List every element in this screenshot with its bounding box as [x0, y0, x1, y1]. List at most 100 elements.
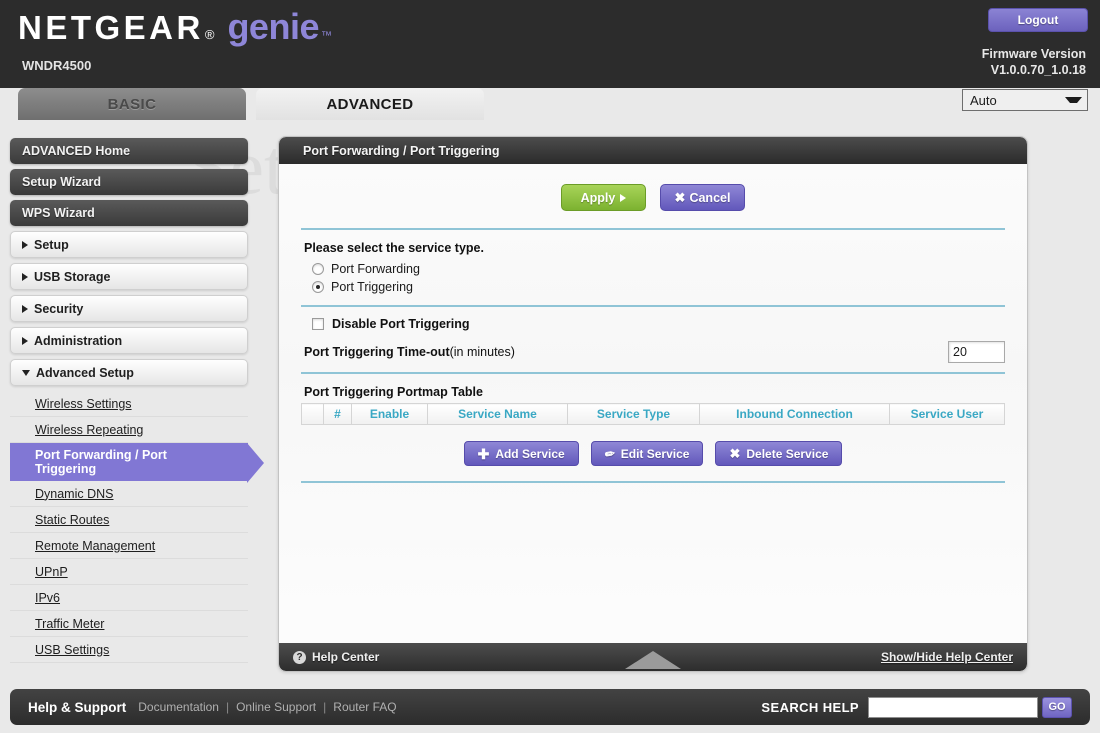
online-support-link[interactable]: Online Support [236, 700, 316, 714]
disable-port-triggering-checkbox-row[interactable]: Disable Port Triggering [301, 307, 1005, 335]
edit-service-label: Edit Service [620, 446, 690, 461]
timeout-label-bold: Port Triggering Time-out [304, 345, 450, 359]
timeout-label: Port Triggering Time-out(in minutes) [304, 345, 515, 359]
radio-port-forwarding[interactable]: Port Forwarding [301, 260, 1005, 278]
divider-bottom [301, 481, 1005, 483]
pencil-icon: ✏ [603, 445, 616, 462]
sidebar-item-advanced-setup[interactable]: Advanced Setup [10, 359, 248, 386]
add-service-button[interactable]: ✚ Add Service [463, 441, 579, 466]
chevron-right-icon [22, 304, 28, 313]
search-go-button[interactable]: GO [1042, 696, 1072, 718]
chevron-down-icon [22, 369, 30, 376]
radio-port-forwarding-input[interactable] [312, 263, 324, 275]
brand-genie-text: genie [227, 6, 319, 47]
sidebar-item-port-forwarding-label: Port Forwarding / Port Triggering [35, 448, 167, 476]
sidebar-submenu: Wireless Settings Wireless Repeating Por… [10, 391, 264, 663]
sidebar-item-setup-label: Setup [34, 237, 69, 252]
service-buttons-row: ✚ Add Service ✏ Edit Service ✖ Delete Se… [301, 425, 1005, 481]
search-help-input[interactable] [868, 696, 1038, 718]
help-support-title: Help & Support [28, 699, 127, 715]
th-service-user: Service User [889, 403, 1005, 425]
question-circle-icon: ? [293, 650, 306, 664]
brand-trademark-mark: ™ [320, 30, 332, 42]
router-faq-link[interactable]: Router FAQ [333, 700, 396, 714]
th-number: # [323, 403, 352, 425]
help-support-bar: Help & Support Documentation | Online Su… [10, 689, 1090, 725]
timeout-label-normal: (in minutes) [449, 345, 515, 359]
brand-logo: NETGEAR ® genie ™ [18, 6, 332, 48]
th-service-type: Service Type [567, 403, 700, 425]
separator: | [323, 700, 327, 714]
play-arrow-icon [620, 193, 627, 202]
radio-port-triggering-label: Port Triggering [331, 280, 413, 294]
radio-port-triggering[interactable]: Port Triggering [301, 278, 1005, 296]
sidebar-item-dynamic-dns[interactable]: Dynamic DNS [10, 481, 248, 507]
help-center-button[interactable]: ? Help Center [293, 650, 379, 664]
language-select[interactable]: Auto [962, 89, 1088, 111]
sidebar-item-static-routes[interactable]: Static Routes [10, 507, 248, 533]
panel-inner: Apply ✖ Cancel Please select the service… [279, 164, 1027, 671]
sidebar-navigation: ADVANCED Home Setup Wizard WPS Wizard Se… [10, 138, 264, 663]
chevron-right-icon [22, 240, 28, 249]
x-icon: ✖ [674, 190, 686, 205]
th-service-name: Service Name [427, 403, 568, 425]
sidebar-item-wireless-settings[interactable]: Wireless Settings [10, 391, 248, 417]
th-inbound-connection: Inbound Connection [699, 403, 890, 425]
sidebar-item-usb-storage[interactable]: USB Storage [10, 263, 248, 290]
sidebar-item-advanced-setup-label: Advanced Setup [36, 365, 134, 380]
edit-service-button[interactable]: ✏ Edit Service [590, 441, 704, 466]
sidebar-item-setup[interactable]: Setup [10, 231, 248, 258]
selected-arrow-icon [247, 443, 264, 483]
sidebar-item-administration-label: Administration [34, 333, 123, 348]
content-panel: Port Forwarding / Port Triggering Apply … [278, 136, 1028, 672]
disable-port-triggering-checkbox[interactable] [312, 318, 324, 330]
sidebar-item-security[interactable]: Security [10, 295, 248, 322]
router-admin-page: NETGEAR ® genie ™ WNDR4500 Logout Firmwa… [0, 0, 1100, 733]
sidebar-item-upnp[interactable]: UPnP [10, 559, 248, 585]
cancel-button[interactable]: ✖ Cancel [660, 184, 745, 211]
sidebar-item-port-forwarding-port-triggering[interactable]: Port Forwarding / Port Triggering [10, 443, 264, 483]
add-service-label: Add Service [495, 446, 565, 461]
service-type-label: Please select the service type. [304, 241, 484, 255]
sidebar-item-setup-wizard[interactable]: Setup Wizard [10, 169, 248, 195]
firmware-version-value: V1.0.0.70_1.0.18 [990, 63, 1086, 77]
search-help-label: SEARCH HELP [761, 699, 859, 715]
show-hide-help-center-link[interactable]: Show/Hide Help Center [881, 650, 1013, 664]
chevron-right-icon [22, 272, 28, 281]
separator: | [225, 700, 230, 714]
sidebar-item-ipv6[interactable]: IPv6 [10, 585, 248, 611]
tab-basic[interactable]: BASIC [18, 88, 246, 120]
radio-port-triggering-input[interactable] [312, 281, 324, 293]
sidebar-item-advanced-home[interactable]: ADVANCED Home [10, 138, 248, 164]
brand-registered-mark: ® [204, 27, 215, 42]
chevron-down-icon [1065, 97, 1082, 103]
th-blank [301, 403, 324, 425]
sidebar-item-remote-management[interactable]: Remote Management [10, 533, 248, 559]
brand-netgear-text: NETGEAR [18, 9, 204, 46]
cancel-button-label: Cancel [689, 190, 731, 205]
sidebar-item-usb-settings[interactable]: USB Settings [10, 637, 248, 663]
timeout-input[interactable] [948, 341, 1005, 363]
sidebar-item-wps-wizard[interactable]: WPS Wizard [10, 200, 248, 226]
language-select-value: Auto [970, 92, 997, 108]
collapse-chevron-up-icon[interactable] [625, 651, 681, 669]
tab-advanced[interactable]: ADVANCED [256, 88, 484, 120]
sidebar-item-wireless-repeating[interactable]: Wireless Repeating [10, 417, 248, 443]
portmap-table: # Enable Service Name Service Type Inbou… [301, 403, 1005, 425]
documentation-link[interactable]: Documentation [138, 700, 219, 714]
x-icon: ✖ [729, 446, 741, 461]
disable-port-triggering-label: Disable Port Triggering [332, 317, 470, 331]
apply-button[interactable]: Apply [561, 184, 646, 211]
delete-service-button[interactable]: ✖ Delete Service [715, 441, 843, 466]
sidebar-item-security-label: Security [34, 301, 84, 316]
help-center-label: Help Center [312, 650, 380, 664]
apply-cancel-button-row: Apply ✖ Cancel [301, 164, 1005, 228]
portmap-table-title: Port Triggering Portmap Table [304, 385, 483, 399]
sidebar-item-traffic-meter[interactable]: Traffic Meter [10, 611, 248, 637]
logout-button[interactable]: Logout [988, 8, 1088, 32]
firmware-version-label: Firmware Version [981, 47, 1086, 61]
timeout-row: Port Triggering Time-out(in minutes) [301, 335, 1005, 372]
sidebar-item-administration[interactable]: Administration [10, 327, 248, 354]
panel-title: Port Forwarding / Port Triggering [279, 137, 1027, 164]
top-header-bar: NETGEAR ® genie ™ WNDR4500 Logout Firmwa… [0, 0, 1100, 88]
